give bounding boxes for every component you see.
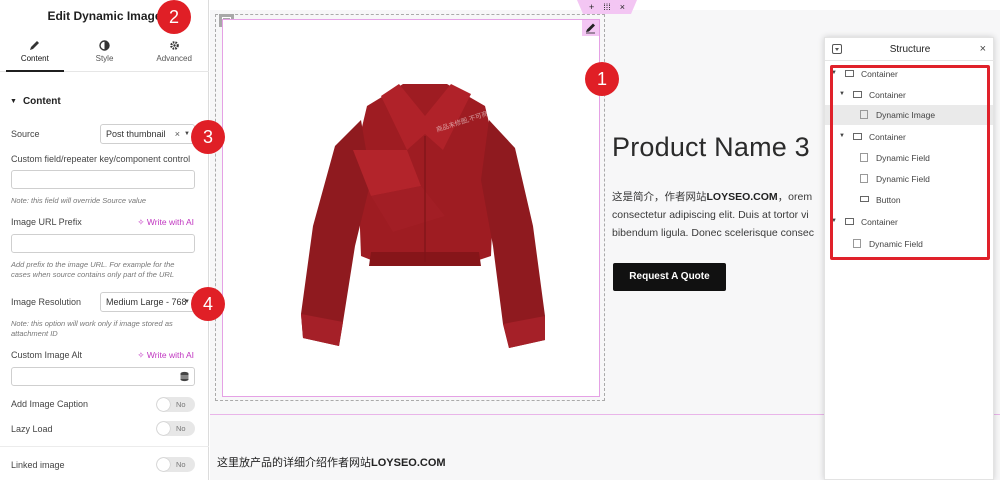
toggle-state: No (176, 460, 186, 469)
divider (0, 446, 209, 447)
linked-image-label: Linked image (11, 460, 65, 470)
intro-line-1: 这是简介，作者网站LOYSEO.COM，orem (612, 188, 822, 206)
add-caption-label: Add Image Caption (11, 399, 89, 409)
url-prefix-note: Add prefix to the image URL. For example… (11, 260, 175, 279)
write-with-ai-link[interactable]: ✧ Write with AI (137, 350, 194, 361)
url-prefix-label: Image URL Prefix (11, 217, 82, 227)
detail-brand: LOYSEO.COM (371, 457, 446, 469)
resolution-note: Note: this option will work only if imag… (11, 319, 173, 338)
edit-widget-handle[interactable] (582, 20, 599, 36)
intro-prefix: 这是简介，作者网站 (612, 191, 707, 203)
detail-prefix: 这里放产品的详细介绍作者网站 (217, 457, 371, 469)
toggle-knob (157, 398, 170, 411)
clear-icon[interactable]: × (175, 129, 180, 139)
tab-advanced-label: Advanced (156, 54, 192, 63)
annotation-badge-1: 1 (585, 62, 619, 96)
jacket-image: 商品未修图,不可商用 (301, 84, 545, 348)
structure-title: Structure (889, 44, 931, 55)
tab-style[interactable]: Style (70, 32, 140, 71)
highlight-annotation-box (830, 65, 990, 260)
custom-field-label: Custom field/repeater key/component cont… (11, 154, 191, 164)
source-label: Source (11, 129, 40, 139)
linked-image-toggle[interactable]: No (156, 457, 195, 472)
resolution-label: Image Resolution (11, 297, 82, 307)
drag-icon[interactable]: ⁞⁞⁞ (603, 2, 611, 12)
database-icon[interactable] (179, 371, 190, 382)
pencil-icon (0, 40, 70, 54)
product-name-heading: Product Name 3 (612, 132, 810, 162)
gear-icon (139, 40, 209, 54)
toggle-state: No (176, 424, 186, 433)
lazy-load-label: Lazy Load (11, 424, 53, 434)
product-intro-text: 这是简介，作者网站LOYSEO.COM，orem consectetur adi… (612, 188, 822, 242)
toggle-state: No (176, 400, 186, 409)
write-with-ai-link[interactable]: ✧ Write with AI (137, 217, 194, 228)
section-content-toggle[interactable]: ▼ Content (10, 96, 61, 107)
annotation-badge-3: 3 (191, 120, 225, 154)
intro-line1-rest: ，orem (777, 191, 813, 203)
intro-brand: LOYSEO.COM (706, 191, 778, 203)
tab-style-label: Style (95, 54, 114, 63)
editor-panel: Edit Dynamic Image Content Style Advance… (0, 0, 209, 480)
write-with-ai-label: Write with AI (146, 350, 194, 360)
request-quote-button[interactable]: Request A Quote (613, 263, 726, 291)
annotation-badge-2: 2 (157, 0, 191, 34)
chevron-down-icon: ▼ (184, 299, 190, 305)
custom-alt-label: Custom Image Alt (11, 350, 83, 360)
custom-field-input[interactable] (11, 170, 195, 189)
dynamic-image-widget[interactable]: 商品未修图,不可商用 (222, 19, 600, 397)
tab-content-label: Content (20, 54, 49, 63)
tab-content[interactable]: Content (0, 32, 70, 72)
custom-alt-input[interactable] (11, 367, 195, 386)
resolution-select[interactable]: Medium Large - 768 ▼ (100, 292, 195, 312)
chevron-down-icon: ▼ (184, 131, 190, 137)
intro-line-3: bibendum ligula. Donec scelerisque conse… (612, 227, 814, 239)
toggle-knob (157, 422, 170, 435)
section-handle[interactable]: + ⁞⁞⁞ × (577, 0, 637, 14)
divider (825, 60, 995, 61)
caret-down-icon: ▼ (10, 98, 17, 105)
lazy-load-toggle[interactable]: No (156, 421, 195, 436)
toggle-knob (157, 458, 170, 471)
source-value: Post thumbnail (106, 129, 166, 139)
close-icon[interactable]: × (620, 2, 625, 12)
source-select[interactable]: Post thumbnail × ▼ (100, 124, 195, 144)
url-prefix-input[interactable] (11, 234, 195, 253)
resolution-value: Medium Large - 768 (106, 297, 187, 307)
sparkle-icon: ✧ (137, 217, 145, 227)
section-title: Content (22, 96, 61, 107)
close-icon[interactable]: × (980, 43, 986, 55)
intro-line-2: consectetur adipiscing elit. Duis at tor… (612, 209, 809, 221)
custom-field-note: Note: this field will override Source va… (11, 196, 147, 205)
add-icon[interactable]: + (589, 2, 594, 12)
write-with-ai-label: Write with AI (146, 217, 194, 227)
half-circle-icon (70, 40, 140, 54)
panel-tabs: Content Style Advanced (0, 32, 209, 72)
pencil-icon (586, 23, 595, 34)
product-detail-text: 这里放产品的详细介绍作者网站LOYSEO.COM (217, 454, 446, 470)
add-caption-toggle[interactable]: No (156, 397, 195, 412)
sparkle-icon: ✧ (137, 350, 145, 360)
annotation-badge-4: 4 (191, 287, 225, 321)
tab-advanced[interactable]: Advanced (139, 32, 209, 71)
